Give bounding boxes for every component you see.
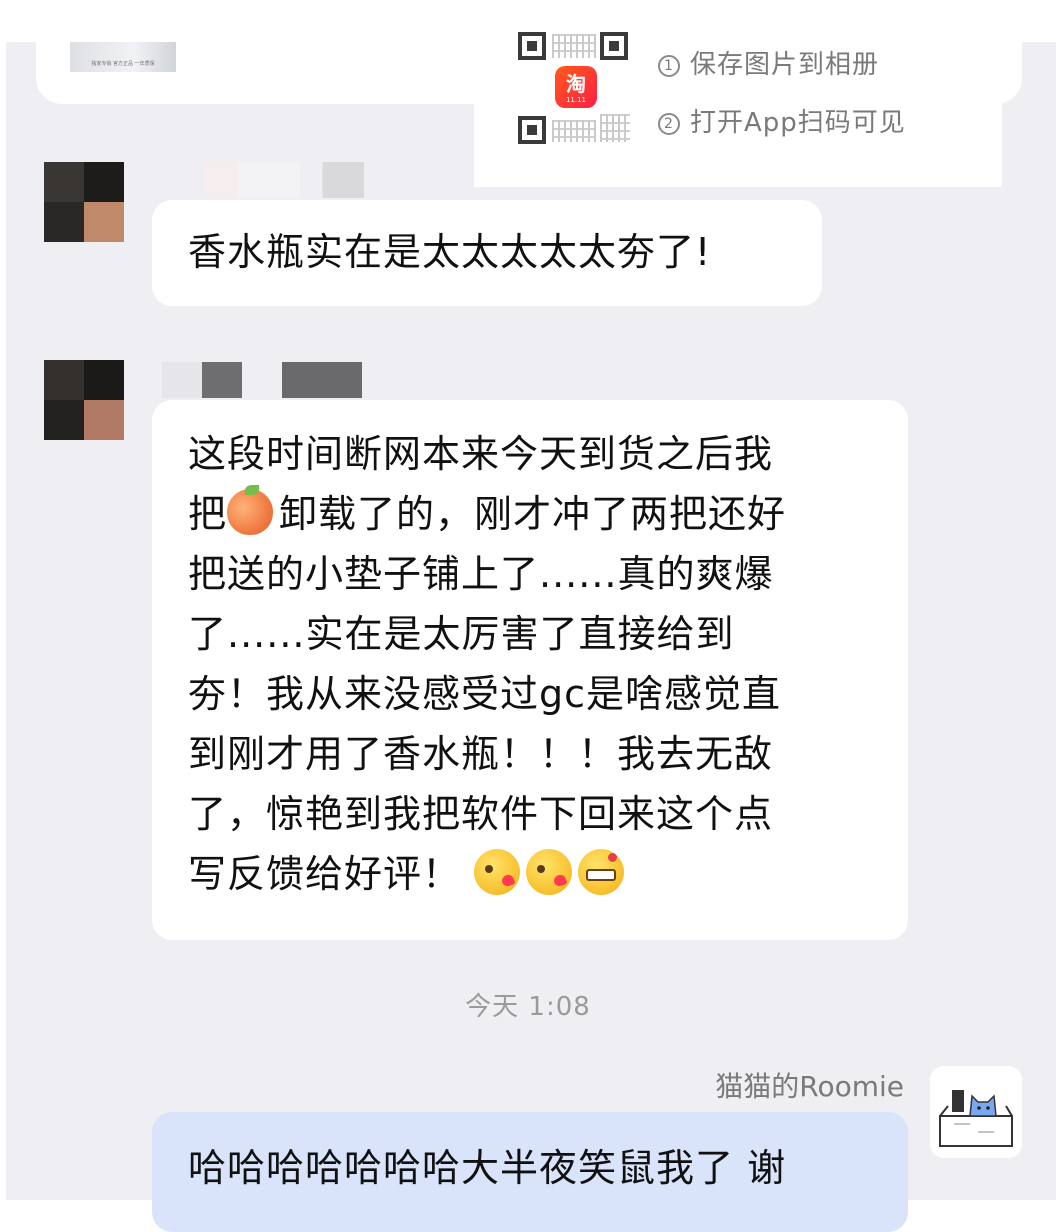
self-message-bubble[interactable]: 哈哈哈哈哈哈哈大半夜笑鼠我了 谢 (152, 1112, 908, 1232)
sender-name (204, 162, 364, 198)
message-line: 把 卸载了的，刚才冲了两把还好 (188, 484, 908, 544)
taobao-app-icon-sub: 11.11 (565, 96, 587, 104)
message-line: 把送的小垫子铺上了......真的爽爆 (188, 552, 774, 596)
qr-finder-pattern (518, 32, 546, 60)
qr-finder-pattern (600, 32, 628, 60)
peach-emoji-icon (227, 485, 274, 535)
cat-in-box-icon (939, 1090, 1013, 1147)
message-line: 了，惊艳到我把软件下回来这个点 (188, 792, 774, 836)
message-line-rest: 卸载了的，刚才冲了两把还好 (279, 492, 787, 536)
qr-pattern (600, 114, 630, 142)
qr-step-text: 保存图片到相册 (690, 50, 880, 80)
product-thumbnail-caption: 独家专销 官方正品 一年质保 (91, 61, 155, 67)
self-avatar[interactable] (930, 1066, 1022, 1158)
sender-name (162, 362, 362, 398)
message-line: 到刚才用了香水瓶！！！我去无敌 (188, 732, 774, 776)
qr-step-text: 打开App扫码可见 (690, 108, 906, 138)
message-bubble[interactable]: 香水瓶实在是太太太太太夯了! (152, 200, 822, 306)
kissing-heart-emoji-icon (526, 849, 573, 895)
sender-avatar[interactable] (44, 360, 124, 440)
laughing-tears-emoji-icon (578, 849, 625, 895)
sender-avatar[interactable] (44, 162, 124, 242)
message-line: 夯！我从来没感受过gc是啥感觉直 (188, 672, 782, 716)
message-line-prefix: 把 (188, 492, 228, 536)
qr-step-2: 2 打开App扫码可见 (658, 102, 906, 139)
message-line: 了......实在是太厉害了直接给到 (188, 612, 735, 656)
self-name: 猫猫的Roomie (715, 1070, 904, 1103)
message-bubble[interactable]: 这段时间断网本来今天到货之后我 把 卸载了的，刚才冲了两把还好 把送的小垫子铺上了… (152, 400, 908, 940)
step-number-badge: 1 (658, 55, 680, 77)
message-line: 写反馈给好评！ (188, 844, 908, 904)
qr-pattern (552, 120, 596, 142)
qr-pattern (552, 34, 596, 58)
self-message-text: 哈哈哈哈哈哈哈大半夜笑鼠我了 谢 (188, 1146, 787, 1190)
message-line-text: 写反馈给好评！ (188, 852, 462, 896)
step-number-badge: 2 (658, 113, 680, 135)
qr-finder-pattern (518, 116, 546, 144)
message-line: 这段时间断网本来今天到货之后我 (188, 432, 774, 476)
message-timestamp: 今天 1:08 (465, 992, 591, 1022)
qr-step-1: 1 保存图片到相册 (658, 44, 879, 81)
message-text: 香水瓶实在是太太太太太夯了! (188, 230, 712, 274)
kissing-heart-emoji-icon (474, 849, 521, 895)
